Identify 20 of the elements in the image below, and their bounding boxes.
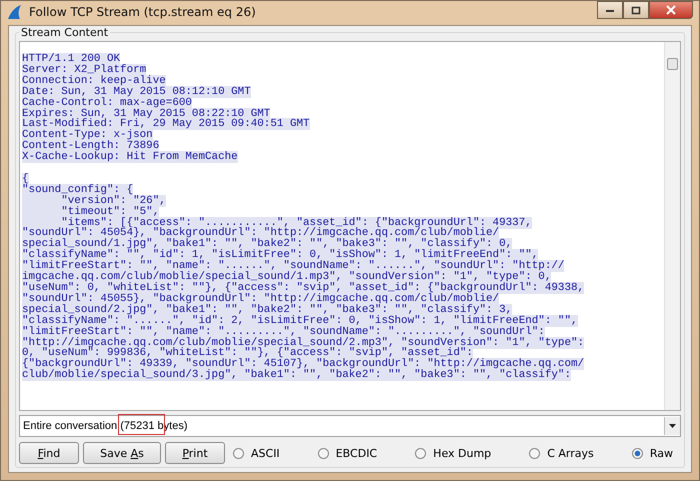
window-title: Follow TCP Stream (tcp.stream eq 26): [29, 5, 256, 19]
action-button[interactable]: Print: [165, 442, 225, 464]
format-radio[interactable]: ASCII: [233, 446, 280, 460]
maximize-icon: [631, 6, 641, 14]
format-radio[interactable]: Raw: [632, 446, 673, 460]
action-button[interactable]: Save As: [83, 442, 161, 464]
group-title: Stream Content: [20, 26, 110, 39]
format-radio[interactable]: Hex Dump: [415, 446, 492, 460]
dropdown-arrow-icon: [669, 424, 676, 428]
vertical-scrollbar[interactable]: [664, 42, 680, 410]
maximize-button[interactable]: [623, 1, 649, 19]
action-button[interactable]: Find: [19, 442, 79, 464]
minimize-button[interactable]: [597, 1, 623, 19]
close-icon: [665, 5, 677, 15]
stream-text-area[interactable]: [19, 41, 681, 411]
fin-icon: [7, 4, 23, 20]
close-button[interactable]: [649, 1, 693, 19]
format-radio[interactable]: EBCDIC: [318, 446, 378, 460]
minimize-icon: [605, 7, 615, 13]
format-radio[interactable]: C Arrays: [529, 446, 594, 460]
